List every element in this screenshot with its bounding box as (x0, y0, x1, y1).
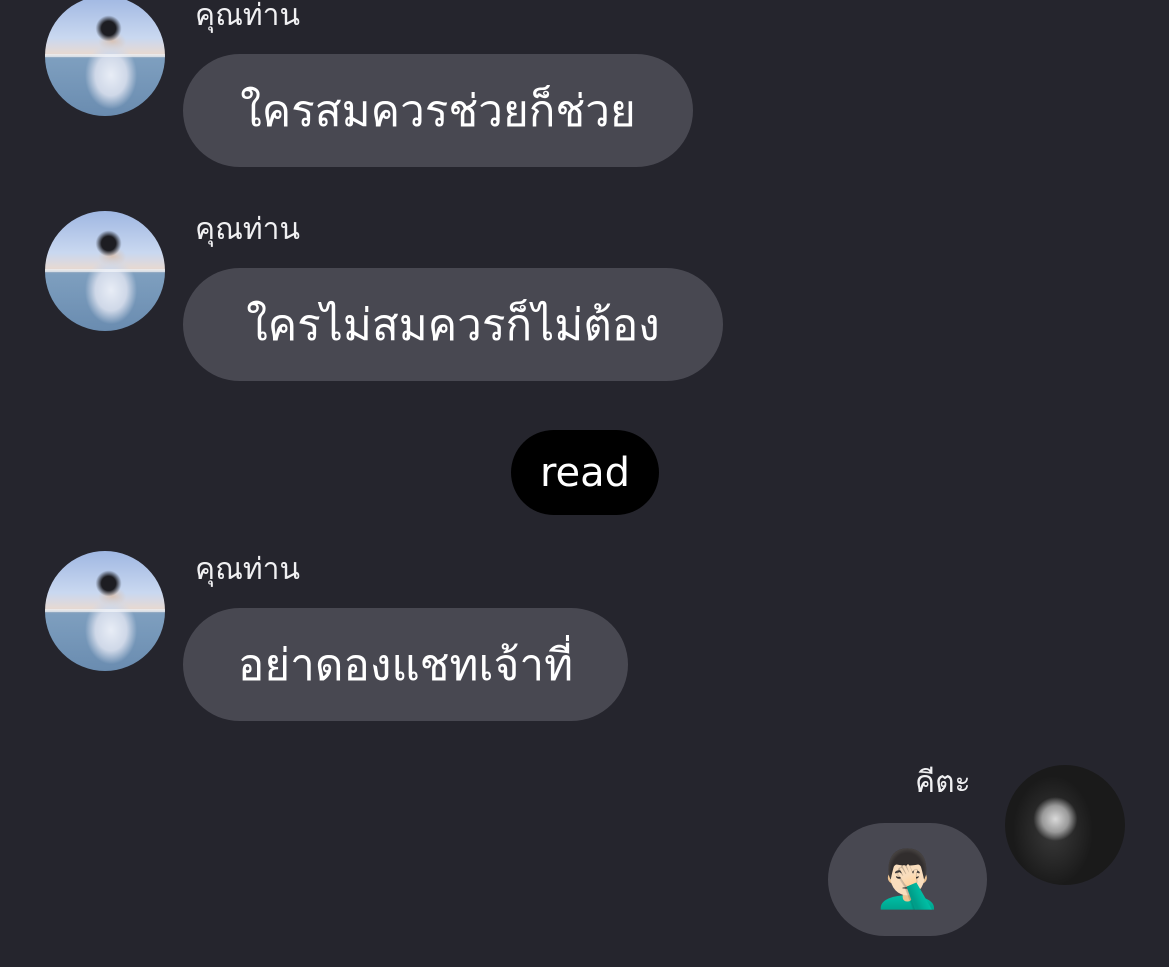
message-text: ใครไม่สมควรก็ไม่ต้อง (246, 299, 660, 351)
message-bubble[interactable]: อย่าดองแชทเจ้าที่ (183, 608, 628, 721)
sender-name: คุณท่าน (195, 212, 301, 247)
message-text: อย่าดองแชทเจ้าที่ (237, 639, 574, 691)
sender-avatar[interactable] (45, 551, 165, 671)
own-avatar[interactable] (1005, 765, 1125, 885)
message-text: ใครสมควรช่วยก็ช่วย (240, 85, 636, 137)
message-bubble[interactable]: ใครสมควรช่วยก็ช่วย (183, 54, 693, 167)
facepalm-emoji-icon: 🤦🏻‍♂️ (872, 846, 943, 912)
message-bubble[interactable]: 🤦🏻‍♂️ (828, 823, 987, 936)
message-bubble[interactable]: ใครไม่สมควรก็ไม่ต้อง (183, 268, 723, 381)
sender-name: คุณท่าน (195, 552, 301, 587)
sender-avatar[interactable] (45, 0, 165, 116)
read-indicator: read (511, 430, 659, 515)
sender-name: คุณท่าน (195, 0, 301, 33)
sender-avatar[interactable] (45, 211, 165, 331)
read-indicator-label: read (539, 449, 631, 496)
sender-name: คีตะ (915, 765, 971, 800)
